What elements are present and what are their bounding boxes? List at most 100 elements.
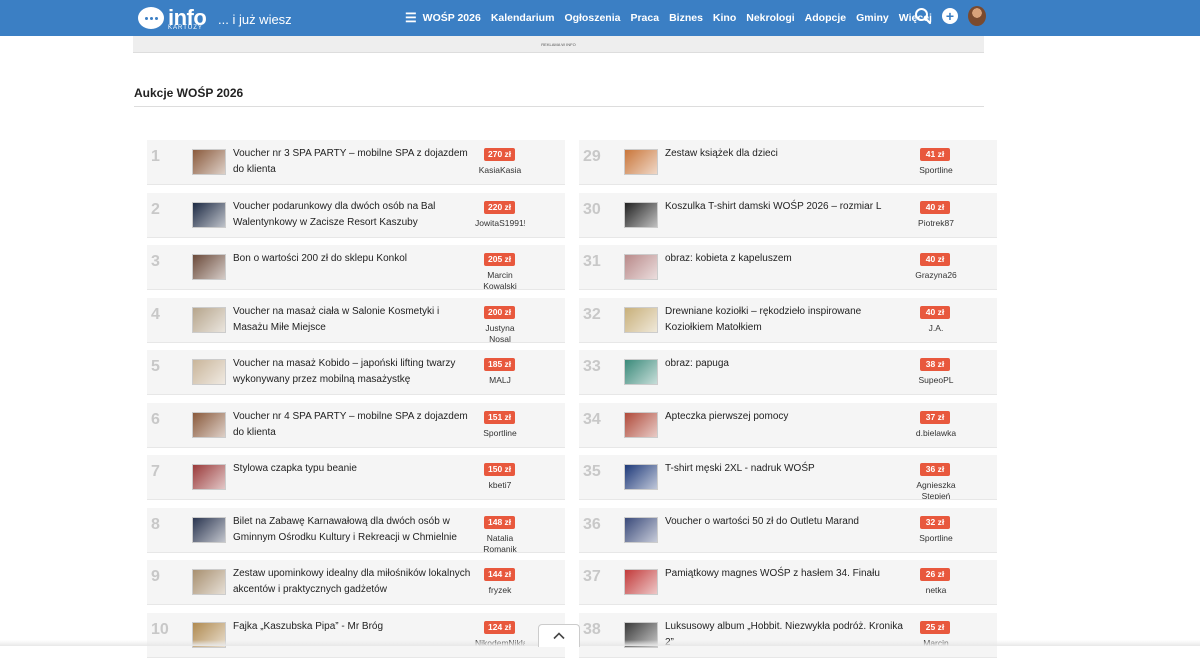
auction-item[interactable]: 3 Bon o wartości 200 zł do sklepu Konkol 2… [147, 245, 565, 290]
auction-thumbnail[interactable] [624, 201, 658, 228]
nav-item-praca[interactable]: Praca [630, 12, 659, 24]
plus-icon[interactable]: + [942, 8, 958, 24]
auction-thumbnail[interactable] [192, 464, 226, 490]
auction-item[interactable]: 9 Zestaw upominkowy idealny dla miłośnikó… [147, 560, 565, 605]
auction-rank: 29 [583, 148, 601, 165]
nav-item-gminy[interactable]: Gminy [856, 12, 889, 24]
auction-title[interactable]: Bilet na Zabawę Karnawałową dla dwóch os… [233, 514, 473, 546]
auction-title[interactable]: Voucher podarunkowy dla dwóch osób na Ba… [233, 199, 473, 231]
site-logo[interactable]: info KARTUZY [138, 4, 207, 32]
auction-rank: 3 [151, 253, 160, 270]
nav-item-nekrologi[interactable]: Nekrologi [746, 12, 794, 24]
site-tagline: ... i już wiesz [218, 12, 292, 27]
top-bidder: Sportline [483, 427, 517, 438]
nav-item-adopcje[interactable]: Adopcje [805, 12, 846, 24]
auction-thumbnail[interactable] [192, 516, 226, 543]
auction-thumbnail[interactable] [624, 306, 658, 333]
top-bidder: Sportline [919, 532, 953, 543]
auction-thumbnail[interactable] [192, 254, 226, 280]
auction-thumbnail[interactable] [192, 149, 226, 175]
auction-title[interactable]: Pamiątkowy magnes WOŚP z hasłem 34. Fina… [665, 566, 905, 582]
nav-item-kino[interactable]: Kino [713, 12, 736, 24]
top-bidder: J.A. [928, 322, 944, 333]
auction-item[interactable]: 33 obraz: papuga 38 zł SupeoPL [579, 350, 997, 395]
auction-item[interactable]: 8 Bilet na Zabawę Karnawałową dla dwóch o… [147, 507, 565, 553]
auction-title[interactable]: Stylowa czapka typu beanie [233, 461, 473, 477]
auction-title[interactable]: Voucher nr 3 SPA PARTY – mobilne SPA z d… [233, 146, 473, 178]
auction-item[interactable]: 31 obraz: kobieta z kapeluszem 40 zł Grazyn… [579, 245, 997, 290]
auction-item[interactable]: 30 Koszulka T-shirt damski WOŚP 2026 – ro… [579, 192, 997, 238]
auction-rank: 6 [151, 410, 160, 428]
auction-title[interactable]: obraz: papuga [665, 356, 905, 372]
auction-thumbnail[interactable] [192, 201, 226, 228]
auction-thumbnail[interactable] [624, 149, 658, 175]
price-badge: 40 zł [920, 253, 950, 266]
hamburger-icon[interactable]: ☰ [405, 10, 417, 26]
price-badge: 32 zł [920, 515, 950, 529]
auction-title[interactable]: Voucher na masaż Kobido – japoński lifti… [233, 356, 473, 388]
auction-item[interactable]: 32 Drewniane koziołki – rękodzieło inspir… [579, 297, 997, 343]
top-bidder: Justyna Nosal [485, 322, 515, 343]
auction-item[interactable]: 6 Voucher nr 4 SPA PARTY – mobilne SPA z … [147, 402, 565, 448]
price-badge: 41 zł [920, 148, 950, 161]
auction-rank: 37 [583, 568, 601, 585]
auction-item[interactable]: 37 Pamiątkowy magnes WOŚP z hasłem 34. Fi… [579, 560, 997, 605]
auction-thumbnail[interactable] [624, 411, 658, 438]
auction-title[interactable]: T-shirt męski 2XL - nadruk WOŚP [665, 461, 905, 477]
top-bidder: Agnieszka Stępień [916, 480, 956, 500]
auction-thumbnail[interactable] [624, 464, 658, 490]
auction-rank: 38 [583, 620, 601, 638]
ad-banner[interactable]: REKLAMA W INFO [133, 36, 984, 53]
top-bidder: Sportline [919, 165, 953, 175]
auction-thumbnail[interactable] [192, 569, 226, 595]
price-badge: 124 zł [484, 620, 516, 634]
user-avatar[interactable] [968, 6, 986, 26]
auction-thumbnail[interactable] [624, 569, 658, 595]
price-badge: 150 zł [484, 463, 516, 476]
price-badge: 270 zł [484, 148, 516, 161]
auction-title[interactable]: Drewniane koziołki – rękodzieło inspirow… [665, 304, 905, 336]
auction-title[interactable]: Bon o wartości 200 zł do sklepu Konkol [233, 251, 473, 267]
auction-thumbnail[interactable] [192, 359, 226, 385]
auction-title[interactable]: Voucher o wartości 50 zł do Outletu Mara… [665, 514, 905, 530]
auction-item[interactable]: 5 Voucher na masaż Kobido – japoński lift… [147, 350, 565, 395]
auction-title[interactable]: Voucher na masaż ciała w Salonie Kosmety… [233, 304, 473, 336]
auction-thumbnail[interactable] [624, 359, 658, 385]
logo-subtext: KARTUZY [168, 25, 203, 31]
top-bidder: Natalia Romanik [483, 532, 517, 553]
auction-item[interactable]: 38 Luksusowy album „Hobbit. Niezwykła pod… [579, 612, 997, 658]
auction-rank: 35 [583, 463, 601, 480]
auction-title[interactable]: Fajka „Kaszubska Pipa” - Mr Bróg [233, 619, 473, 635]
auction-item[interactable]: 1 Voucher nr 3 SPA PARTY – mobilne SPA z … [147, 140, 565, 185]
search-icon[interactable] [914, 7, 932, 25]
auction-title[interactable]: Apteczka pierwszej pomocy [665, 409, 905, 425]
auction-thumbnail[interactable] [624, 254, 658, 280]
auction-item[interactable]: 4 Voucher na masaż ciała w Salonie Kosmet… [147, 297, 565, 343]
auction-thumbnail[interactable] [192, 411, 226, 438]
auction-title[interactable]: Koszulka T-shirt damski WOŚP 2026 – rozm… [665, 199, 905, 215]
header-actions: + [914, 6, 986, 26]
auction-title[interactable]: Voucher nr 4 SPA PARTY – mobilne SPA z d… [233, 409, 473, 441]
auction-thumbnail[interactable] [624, 516, 658, 543]
auction-item[interactable]: 29 Zestaw książek dla dzieci 41 zł Sportlin… [579, 140, 997, 185]
auction-item[interactable]: 10 Fajka „Kaszubska Pipa” - Mr Bróg 124 zł… [147, 612, 565, 658]
auction-title[interactable]: obraz: kobieta z kapeluszem [665, 251, 905, 267]
scroll-up-button[interactable] [538, 624, 580, 647]
auction-thumbnail[interactable] [192, 306, 226, 333]
auction-item[interactable]: 36 Voucher o wartości 50 zł do Outletu Ma… [579, 507, 997, 553]
page-bottom-fade [0, 640, 1200, 646]
top-bidder: Piotrek87 [918, 217, 954, 228]
main-nav: ☰ WOŚP 2026 Kalendarium Ogłoszenia Praca… [405, 10, 932, 26]
auction-item[interactable]: 34 Apteczka pierwszej pomocy 37 zł d.bielaw… [579, 402, 997, 448]
auction-item[interactable]: 2 Voucher podarunkowy dla dwóch osób na B… [147, 192, 565, 238]
price-badge: 37 zł [920, 410, 950, 424]
auction-item[interactable]: 7 Stylowa czapka typu beanie 150 zł kbeti7 [147, 455, 565, 500]
nav-item-ogloszenia[interactable]: Ogłoszenia [564, 12, 620, 24]
auction-rank: 33 [583, 358, 601, 375]
auction-title[interactable]: Zestaw upominkowy idealny dla miłośników… [233, 566, 473, 598]
auction-title[interactable]: Zestaw książek dla dzieci [665, 146, 905, 162]
nav-item-kalendarium[interactable]: Kalendarium [491, 12, 555, 24]
nav-item-biznes[interactable]: Biznes [669, 12, 703, 24]
nav-item-wosp[interactable]: WOŚP 2026 [423, 12, 481, 24]
auction-item[interactable]: 35 T-shirt męski 2XL - nadruk WOŚP 36 zł Ag… [579, 455, 997, 500]
